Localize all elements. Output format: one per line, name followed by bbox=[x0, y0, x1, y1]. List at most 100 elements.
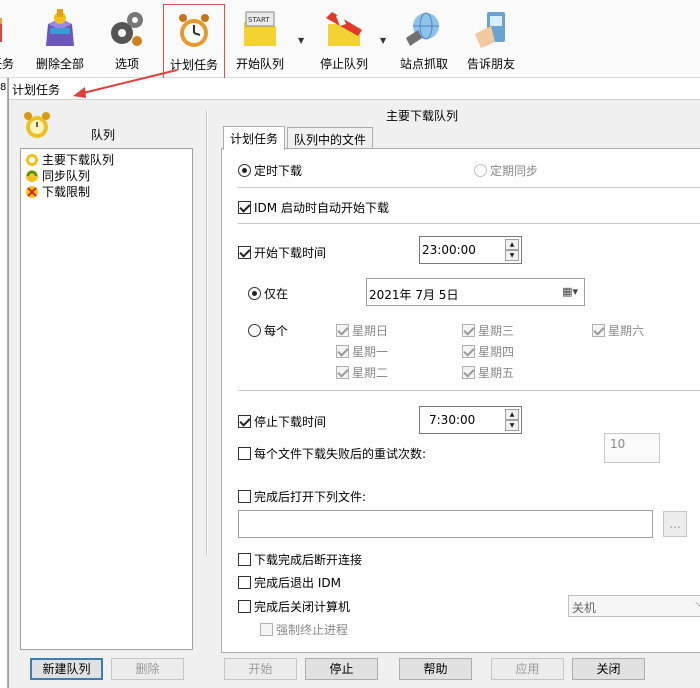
auto-start-option[interactable]: IDM 启动时自动开始下载 bbox=[238, 199, 389, 216]
tab-schedule[interactable]: 计划任务 bbox=[223, 126, 286, 150]
left-marker-text: 8 bbox=[0, 82, 7, 93]
queue-item-limit[interactable]: 下载限制 bbox=[25, 183, 90, 199]
schedule-panel: 定时下载 定期同步 IDM 启动时自动开始下载 开始下载时间 23:00:00 … bbox=[221, 148, 700, 653]
periodic-sync-option[interactable]: 定期同步 bbox=[474, 162, 538, 179]
weekday-checkbox[interactable] bbox=[336, 366, 349, 379]
start-time-option[interactable]: 开始下载时间 bbox=[238, 244, 326, 261]
retry-label: 每个文件下载失败后的重试次数: bbox=[254, 447, 427, 461]
start-queue-dropdown-arrow-icon[interactable]: ▼ bbox=[298, 36, 308, 45]
timed-download-option[interactable]: 定时下载 bbox=[238, 162, 302, 179]
hangup-label: 下载完成后断开连接 bbox=[254, 553, 363, 567]
calendar-dropdown-icon[interactable]: ▦▾ bbox=[562, 285, 578, 298]
queue-item-main[interactable]: 主要下载队列 bbox=[25, 151, 114, 167]
browse-button[interactable]: ... bbox=[663, 511, 687, 537]
exit-idm-option[interactable]: 完成后退出 IDM bbox=[238, 574, 341, 591]
every-radio[interactable] bbox=[248, 324, 261, 337]
shutdown-mode-select[interactable]: 关机 ⌵ bbox=[568, 595, 700, 617]
new-queue-button[interactable]: 新建队列 bbox=[30, 658, 103, 680]
weekday-checkbox[interactable] bbox=[336, 345, 349, 358]
weekday-label: 星期三 bbox=[478, 324, 515, 338]
tell-friend-phone-icon bbox=[475, 12, 505, 48]
help-button[interactable]: 帮助 bbox=[399, 658, 472, 680]
main-toolbar: 任务 删除全部 选项 计划任务 START 开始队列 ▼ bbox=[0, 0, 700, 82]
start-time-label: 开始下载时间 bbox=[254, 246, 327, 260]
hangup-checkbox[interactable] bbox=[238, 553, 251, 566]
retry-checkbox[interactable] bbox=[238, 447, 251, 460]
date-value: 2021年 7月 5日 bbox=[369, 288, 459, 302]
spin-down-icon[interactable]: ▼ bbox=[505, 420, 519, 431]
toolbar-task-button[interactable]: 任务 bbox=[0, 8, 20, 74]
timed-download-label: 定时下载 bbox=[254, 164, 303, 178]
stop-button[interactable]: 停止 bbox=[305, 658, 378, 680]
spinner-buttons: ▲ ▼ bbox=[505, 239, 519, 261]
start-time-checkbox[interactable] bbox=[238, 246, 251, 259]
open-file-path-input[interactable] bbox=[238, 510, 653, 538]
chevron-down-icon[interactable]: ⌵ bbox=[695, 598, 700, 609]
stop-time-checkbox[interactable] bbox=[238, 415, 251, 428]
weekday-label: 星期日 bbox=[352, 324, 389, 338]
open-file-checkbox[interactable] bbox=[238, 490, 251, 503]
weekday-label: 星期一 bbox=[352, 345, 389, 359]
close-button[interactable]: 关闭 bbox=[572, 658, 645, 680]
hangup-option[interactable]: 下载完成后断开连接 bbox=[238, 551, 362, 568]
once-radio[interactable] bbox=[248, 287, 261, 300]
shutdown-option[interactable]: 完成后关闭计算机 bbox=[238, 598, 350, 615]
pane-splitter[interactable] bbox=[206, 110, 208, 556]
toolbar-site-grabber-button[interactable]: 站点抓取 bbox=[398, 8, 450, 74]
queue-icon bbox=[26, 154, 38, 166]
spin-up-icon[interactable]: ▲ bbox=[505, 239, 519, 250]
weekday-thursday[interactable]: 星期四 bbox=[462, 343, 514, 360]
queue-list[interactable]: 主要下载队列 同步队列 下载限制 bbox=[20, 148, 193, 650]
weekday-checkbox[interactable] bbox=[592, 324, 605, 337]
toolbar-tell-friend-button[interactable]: 告诉朋友 bbox=[464, 8, 518, 74]
queue-clock-icon bbox=[24, 112, 50, 138]
spin-up-icon[interactable]: ▲ bbox=[505, 409, 519, 420]
date-picker[interactable]: 2021年 7月 5日 ▦▾ bbox=[366, 278, 585, 306]
weekday-sunday[interactable]: 星期日 bbox=[336, 322, 388, 339]
every-option[interactable]: 每个 bbox=[248, 322, 288, 339]
toolbar-stop-queue-button[interactable]: 停止队列 bbox=[316, 8, 372, 74]
auto-start-label: IDM 启动时自动开始下载 bbox=[254, 201, 389, 215]
limit-queue-icon bbox=[26, 186, 38, 198]
queue-item-label: 下载限制 bbox=[42, 185, 91, 199]
spin-down-icon[interactable]: ▼ bbox=[505, 250, 519, 261]
stop-time-value: 7:30:00 bbox=[429, 413, 476, 427]
delete-queue-button[interactable]: 删除 bbox=[111, 658, 184, 680]
weekday-friday[interactable]: 星期五 bbox=[462, 364, 514, 381]
shutdown-checkbox[interactable] bbox=[238, 600, 251, 613]
tab-files-in-queue[interactable]: 队列中的文件 bbox=[287, 127, 374, 150]
shutdown-label: 完成后关闭计算机 bbox=[254, 600, 351, 614]
toolbar-options-button[interactable]: 选项 bbox=[106, 8, 148, 74]
weekday-wednesday[interactable]: 星期三 bbox=[462, 322, 514, 339]
weekday-saturday[interactable]: 星期六 bbox=[592, 322, 644, 339]
retry-count-value: 10 bbox=[610, 437, 626, 451]
periodic-sync-label: 定期同步 bbox=[490, 164, 539, 178]
toolbar-delete-all-button[interactable]: 删除全部 bbox=[32, 8, 88, 74]
start-button[interactable]: 开始 bbox=[224, 658, 297, 680]
weekday-monday[interactable]: 星期一 bbox=[336, 343, 388, 360]
apply-button[interactable]: 应用 bbox=[491, 658, 564, 680]
force-kill-checkbox[interactable] bbox=[260, 623, 273, 636]
stop-time-option[interactable]: 停止下载时间 bbox=[238, 413, 326, 430]
weekday-checkbox[interactable] bbox=[462, 345, 475, 358]
start-time-spinner[interactable]: 23:00:00 ▲ ▼ bbox=[419, 236, 522, 264]
queue-item-sync[interactable]: 同步队列 bbox=[25, 167, 90, 183]
toolbar-label: 开始队列 bbox=[235, 57, 284, 71]
once-option[interactable]: 仅在 bbox=[248, 285, 288, 302]
weekday-tuesday[interactable]: 星期二 bbox=[336, 364, 388, 381]
retry-count-input[interactable]: 10 bbox=[604, 433, 660, 463]
retry-option[interactable]: 每个文件下载失败后的重试次数: bbox=[238, 445, 426, 462]
exit-idm-checkbox[interactable] bbox=[238, 576, 251, 589]
stop-queue-dropdown-arrow-icon[interactable]: ▼ bbox=[380, 36, 390, 45]
auto-start-checkbox[interactable] bbox=[238, 201, 251, 214]
open-file-option[interactable]: 完成后打开下列文件: bbox=[238, 488, 366, 505]
weekday-checkbox[interactable] bbox=[462, 366, 475, 379]
timed-download-radio[interactable] bbox=[238, 164, 251, 177]
stop-time-spinner[interactable]: 7:30:00 ▲ ▼ bbox=[419, 406, 522, 434]
periodic-sync-radio[interactable] bbox=[474, 164, 487, 177]
once-label: 仅在 bbox=[264, 287, 289, 301]
weekday-checkbox[interactable] bbox=[336, 324, 349, 337]
toolbar-start-queue-button[interactable]: START 开始队列 bbox=[232, 8, 288, 74]
force-kill-option[interactable]: 强制终止进程 bbox=[260, 621, 348, 638]
weekday-checkbox[interactable] bbox=[462, 324, 475, 337]
